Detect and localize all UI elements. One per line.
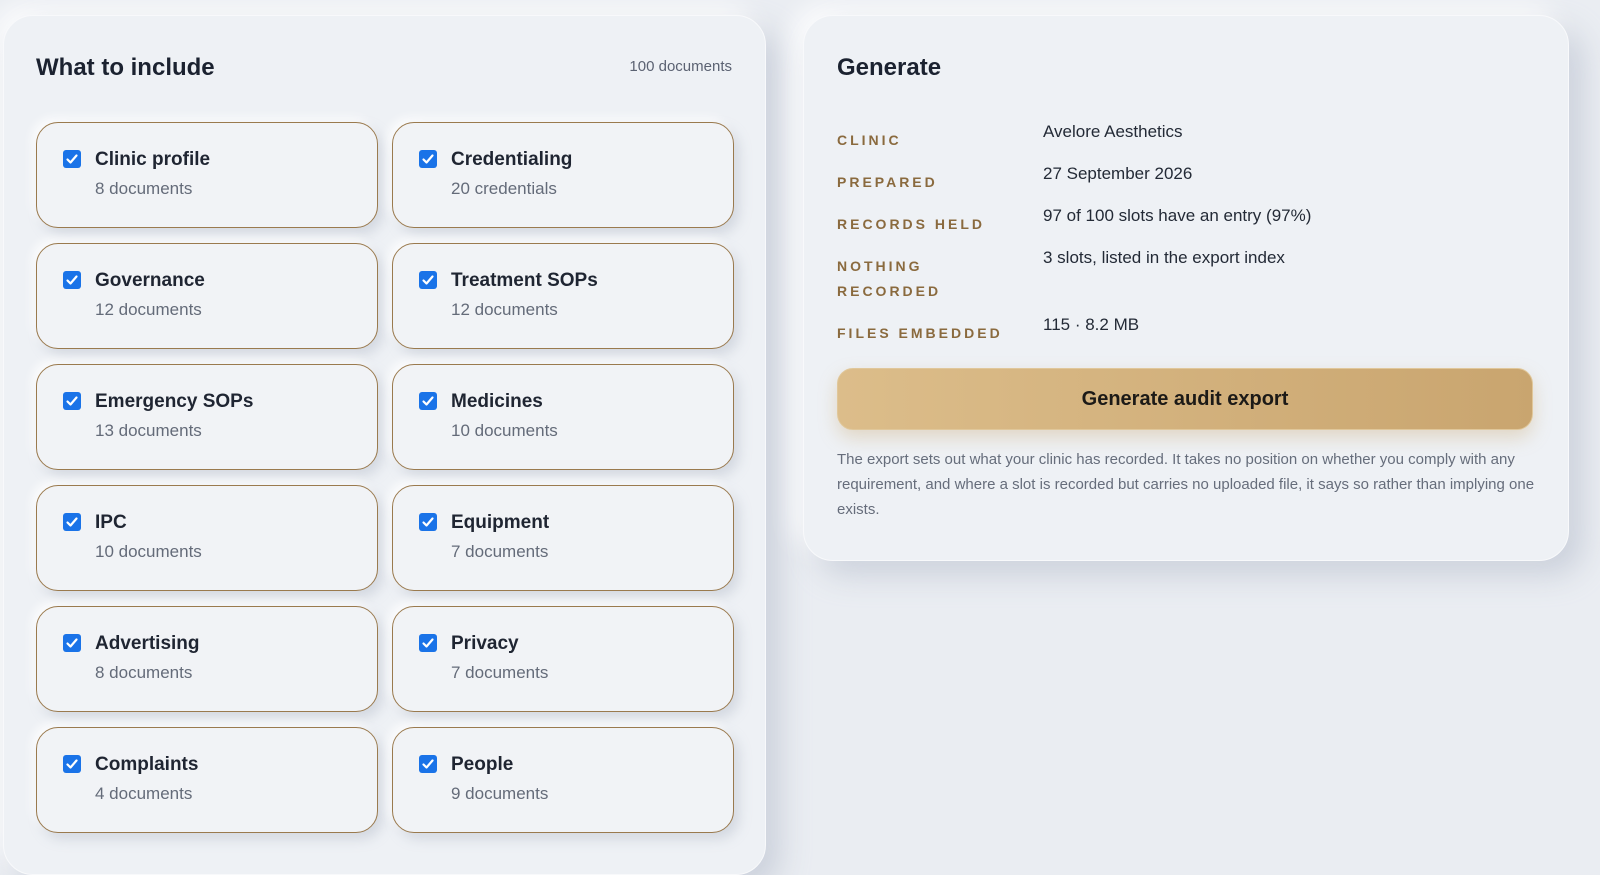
check-icon [66, 154, 78, 164]
category-count: 8 documents [95, 179, 193, 198]
check-icon [66, 759, 78, 769]
category-count: 8 documents [95, 663, 193, 682]
check-icon [422, 396, 434, 406]
category-card-governance[interactable]: Governance 12 documents [36, 243, 378, 349]
category-name: Privacy [451, 633, 519, 654]
category-count: 7 documents [451, 663, 549, 682]
category-count: 10 documents [95, 542, 202, 561]
include-panel: What to include 100 documents Clinic pro… [3, 15, 766, 875]
category-card-complaints[interactable]: Complaints 4 documents [36, 727, 378, 833]
category-name: People [451, 754, 514, 775]
checkbox-treatment-sops[interactable] [419, 271, 437, 289]
nothing-recorded-value: 3 slots, listed in the export index [1043, 248, 1285, 267]
summary-row-clinic: CLINIC Avelore Aesthetics [837, 118, 1537, 160]
records-held-label: RECORDS HELD [837, 216, 986, 232]
category-name: Clinic profile [95, 149, 211, 170]
generate-audit-export-button[interactable]: Generate audit export [837, 368, 1533, 430]
checkbox-complaints[interactable] [63, 755, 81, 773]
nothing-recorded-label: NOTHING RECORDED [837, 258, 942, 299]
document-total: 100 documents [629, 58, 732, 75]
generate-title: Generate [837, 54, 942, 81]
category-name: IPC [95, 512, 127, 533]
check-icon [66, 396, 78, 406]
clinic-label: CLINIC [837, 132, 902, 148]
category-name: Treatment SOPs [451, 270, 598, 291]
category-count: 10 documents [451, 421, 558, 440]
check-icon [422, 154, 434, 164]
checkbox-equipment[interactable] [419, 513, 437, 531]
checkbox-governance[interactable] [63, 271, 81, 289]
category-card-emergency-sops[interactable]: Emergency SOPs 13 documents [36, 364, 378, 470]
category-count: 20 credentials [451, 179, 557, 198]
category-name: Credentialing [451, 149, 573, 170]
category-card-credentialing[interactable]: Credentialing 20 credentials [392, 122, 734, 228]
summary-row-prepared: PREPARED 27 September 2026 [837, 160, 1537, 202]
summary-row-nothing-recorded: NOTHING RECORDED 3 slots, listed in the … [837, 244, 1537, 311]
category-name: Advertising [95, 633, 200, 654]
checkbox-privacy[interactable] [419, 634, 437, 652]
category-count: 7 documents [451, 542, 549, 561]
category-count: 12 documents [451, 300, 558, 319]
category-card-clinic-profile[interactable]: Clinic profile 8 documents [36, 122, 378, 228]
export-summary: CLINIC Avelore Aesthetics PREPARED 27 Se… [837, 118, 1537, 353]
category-name: Complaints [95, 754, 199, 775]
check-icon [422, 638, 434, 648]
category-name: Medicines [451, 391, 543, 412]
checkbox-credentialing[interactable] [419, 150, 437, 168]
category-name: Governance [95, 270, 205, 291]
category-name: Equipment [451, 512, 550, 533]
prepared-label: PREPARED [837, 174, 938, 190]
category-card-privacy[interactable]: Privacy 7 documents [392, 606, 734, 712]
generate-panel: Generate CLINIC Avelore Aesthetics PREPA… [803, 15, 1569, 561]
checkbox-advertising[interactable] [63, 634, 81, 652]
files-embedded-label: FILES EMBEDDED [837, 325, 1003, 341]
prepared-value: 27 September 2026 [1043, 164, 1193, 183]
category-name: Emergency SOPs [95, 391, 254, 412]
category-card-medicines[interactable]: Medicines 10 documents [392, 364, 734, 470]
check-icon [422, 517, 434, 527]
check-icon [66, 275, 78, 285]
summary-row-files-embedded: FILES EMBEDDED 115 · 8.2 MB [837, 311, 1537, 353]
check-icon [66, 517, 78, 527]
check-icon [422, 275, 434, 285]
category-count: 13 documents [95, 421, 202, 440]
check-icon [66, 638, 78, 648]
clinic-value: Avelore Aesthetics [1043, 122, 1183, 141]
check-icon [422, 759, 434, 769]
checkbox-medicines[interactable] [419, 392, 437, 410]
category-card-equipment[interactable]: Equipment 7 documents [392, 485, 734, 591]
category-card-treatment-sops[interactable]: Treatment SOPs 12 documents [392, 243, 734, 349]
checkbox-clinic-profile[interactable] [63, 150, 81, 168]
category-card-advertising[interactable]: Advertising 8 documents [36, 606, 378, 712]
category-grid: Clinic profile 8 documents Credentialing… [36, 122, 734, 833]
summary-row-records-held: RECORDS HELD 97 of 100 slots have an ent… [837, 202, 1537, 244]
include-title: What to include [36, 54, 215, 81]
category-count: 9 documents [451, 784, 549, 803]
category-count: 4 documents [95, 784, 193, 803]
export-disclaimer: The export sets out what your clinic has… [837, 451, 1535, 518]
checkbox-ipc[interactable] [63, 513, 81, 531]
category-card-people[interactable]: People 9 documents [392, 727, 734, 833]
checkbox-emergency-sops[interactable] [63, 392, 81, 410]
files-embedded-value: 115 · 8.2 MB [1043, 315, 1140, 334]
category-count: 12 documents [95, 300, 202, 319]
records-held-value: 97 of 100 slots have an entry (97%) [1043, 206, 1312, 225]
checkbox-people[interactable] [419, 755, 437, 773]
category-card-ipc[interactable]: IPC 10 documents [36, 485, 378, 591]
